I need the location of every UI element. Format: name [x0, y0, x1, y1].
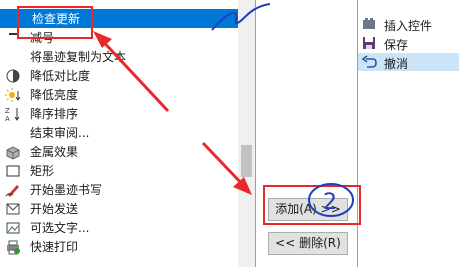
list-item-label: 降低对比度	[30, 69, 91, 83]
list-item-metal-effect[interactable]: 金属效果	[0, 142, 238, 161]
list-item-insert-control[interactable]: 插入控件	[358, 15, 459, 33]
ink-pen-icon	[5, 182, 21, 198]
quick-print-icon	[5, 239, 21, 255]
list-item-label: 可选文字...	[30, 221, 90, 235]
list-item-label: 减号	[30, 31, 55, 45]
available-commands-list[interactable]: 检查更新 减号 将墨迹复制为文本 降低对比度 降低亮度 ZA 降序排序 结束审阅…	[0, 0, 256, 267]
list-item-sort-descending[interactable]: ZA 降序排序	[0, 104, 238, 123]
contrast-icon	[5, 68, 21, 84]
list-item-label: 结束审阅...	[30, 126, 90, 140]
list-item-label: 检查更新	[32, 12, 81, 26]
list-item-label: 撤消	[384, 57, 409, 71]
remove-button[interactable]: << 删除(R)	[268, 232, 348, 255]
list-item-end-review[interactable]: 结束审阅...	[0, 123, 238, 142]
list-item-decrease-contrast[interactable]: 降低对比度	[0, 66, 238, 85]
svg-text:A: A	[5, 115, 10, 122]
send-icon	[5, 201, 21, 217]
brightness-icon	[5, 87, 21, 103]
insert-control-icon	[361, 16, 377, 32]
list-item-label: 快速打印	[30, 240, 79, 254]
list-item-label: 插入控件	[384, 19, 433, 33]
list-item-label: 开始墨迹书写	[30, 183, 103, 197]
svg-text:Z: Z	[5, 107, 10, 115]
list-item-minus[interactable]: 减号	[0, 28, 238, 47]
list-scrollbar[interactable]	[238, 0, 255, 267]
list-item-copy-ink-to-text[interactable]: 将墨迹复制为文本	[0, 47, 238, 66]
toolbar-commands-list[interactable]: 插入控件 保存 撤消	[357, 0, 459, 267]
sort-descending-icon: ZA	[5, 106, 21, 123]
metal-effect-icon	[5, 144, 21, 160]
list-item-label: 开始发送	[30, 202, 79, 216]
list-item-undo[interactable]: 撤消	[358, 53, 459, 71]
list-item-label: 保存	[384, 38, 409, 52]
list-item-start-sending[interactable]: 开始发送	[0, 199, 238, 218]
minus-icon	[5, 30, 21, 46]
list-item-label: 矩形	[30, 164, 55, 178]
list-item-check-update[interactable]: 检查更新	[0, 9, 238, 28]
list-item-alt-text[interactable]: 可选文字...	[0, 218, 238, 237]
list-item-label: 降低亮度	[30, 88, 79, 102]
list-item-quick-print[interactable]: 快速打印	[0, 237, 238, 256]
alt-text-icon	[5, 220, 21, 236]
list-item-decrease-brightness[interactable]: 降低亮度	[0, 85, 238, 104]
list-item-save[interactable]: 保存	[358, 34, 459, 52]
list-item-label: 降序排序	[30, 107, 79, 121]
undo-icon	[361, 54, 377, 70]
scrollbar-thumb[interactable]	[241, 145, 252, 177]
add-button[interactable]: 添加(A) >>	[268, 198, 348, 221]
save-icon	[361, 35, 377, 51]
list-item-rectangle[interactable]: 矩形	[0, 161, 238, 180]
list-item-label: 金属效果	[30, 145, 79, 159]
rectangle-icon	[5, 163, 21, 179]
list-item-label: 将墨迹复制为文本	[30, 50, 127, 64]
list-item-start-inking[interactable]: 开始墨迹书写	[0, 180, 238, 199]
